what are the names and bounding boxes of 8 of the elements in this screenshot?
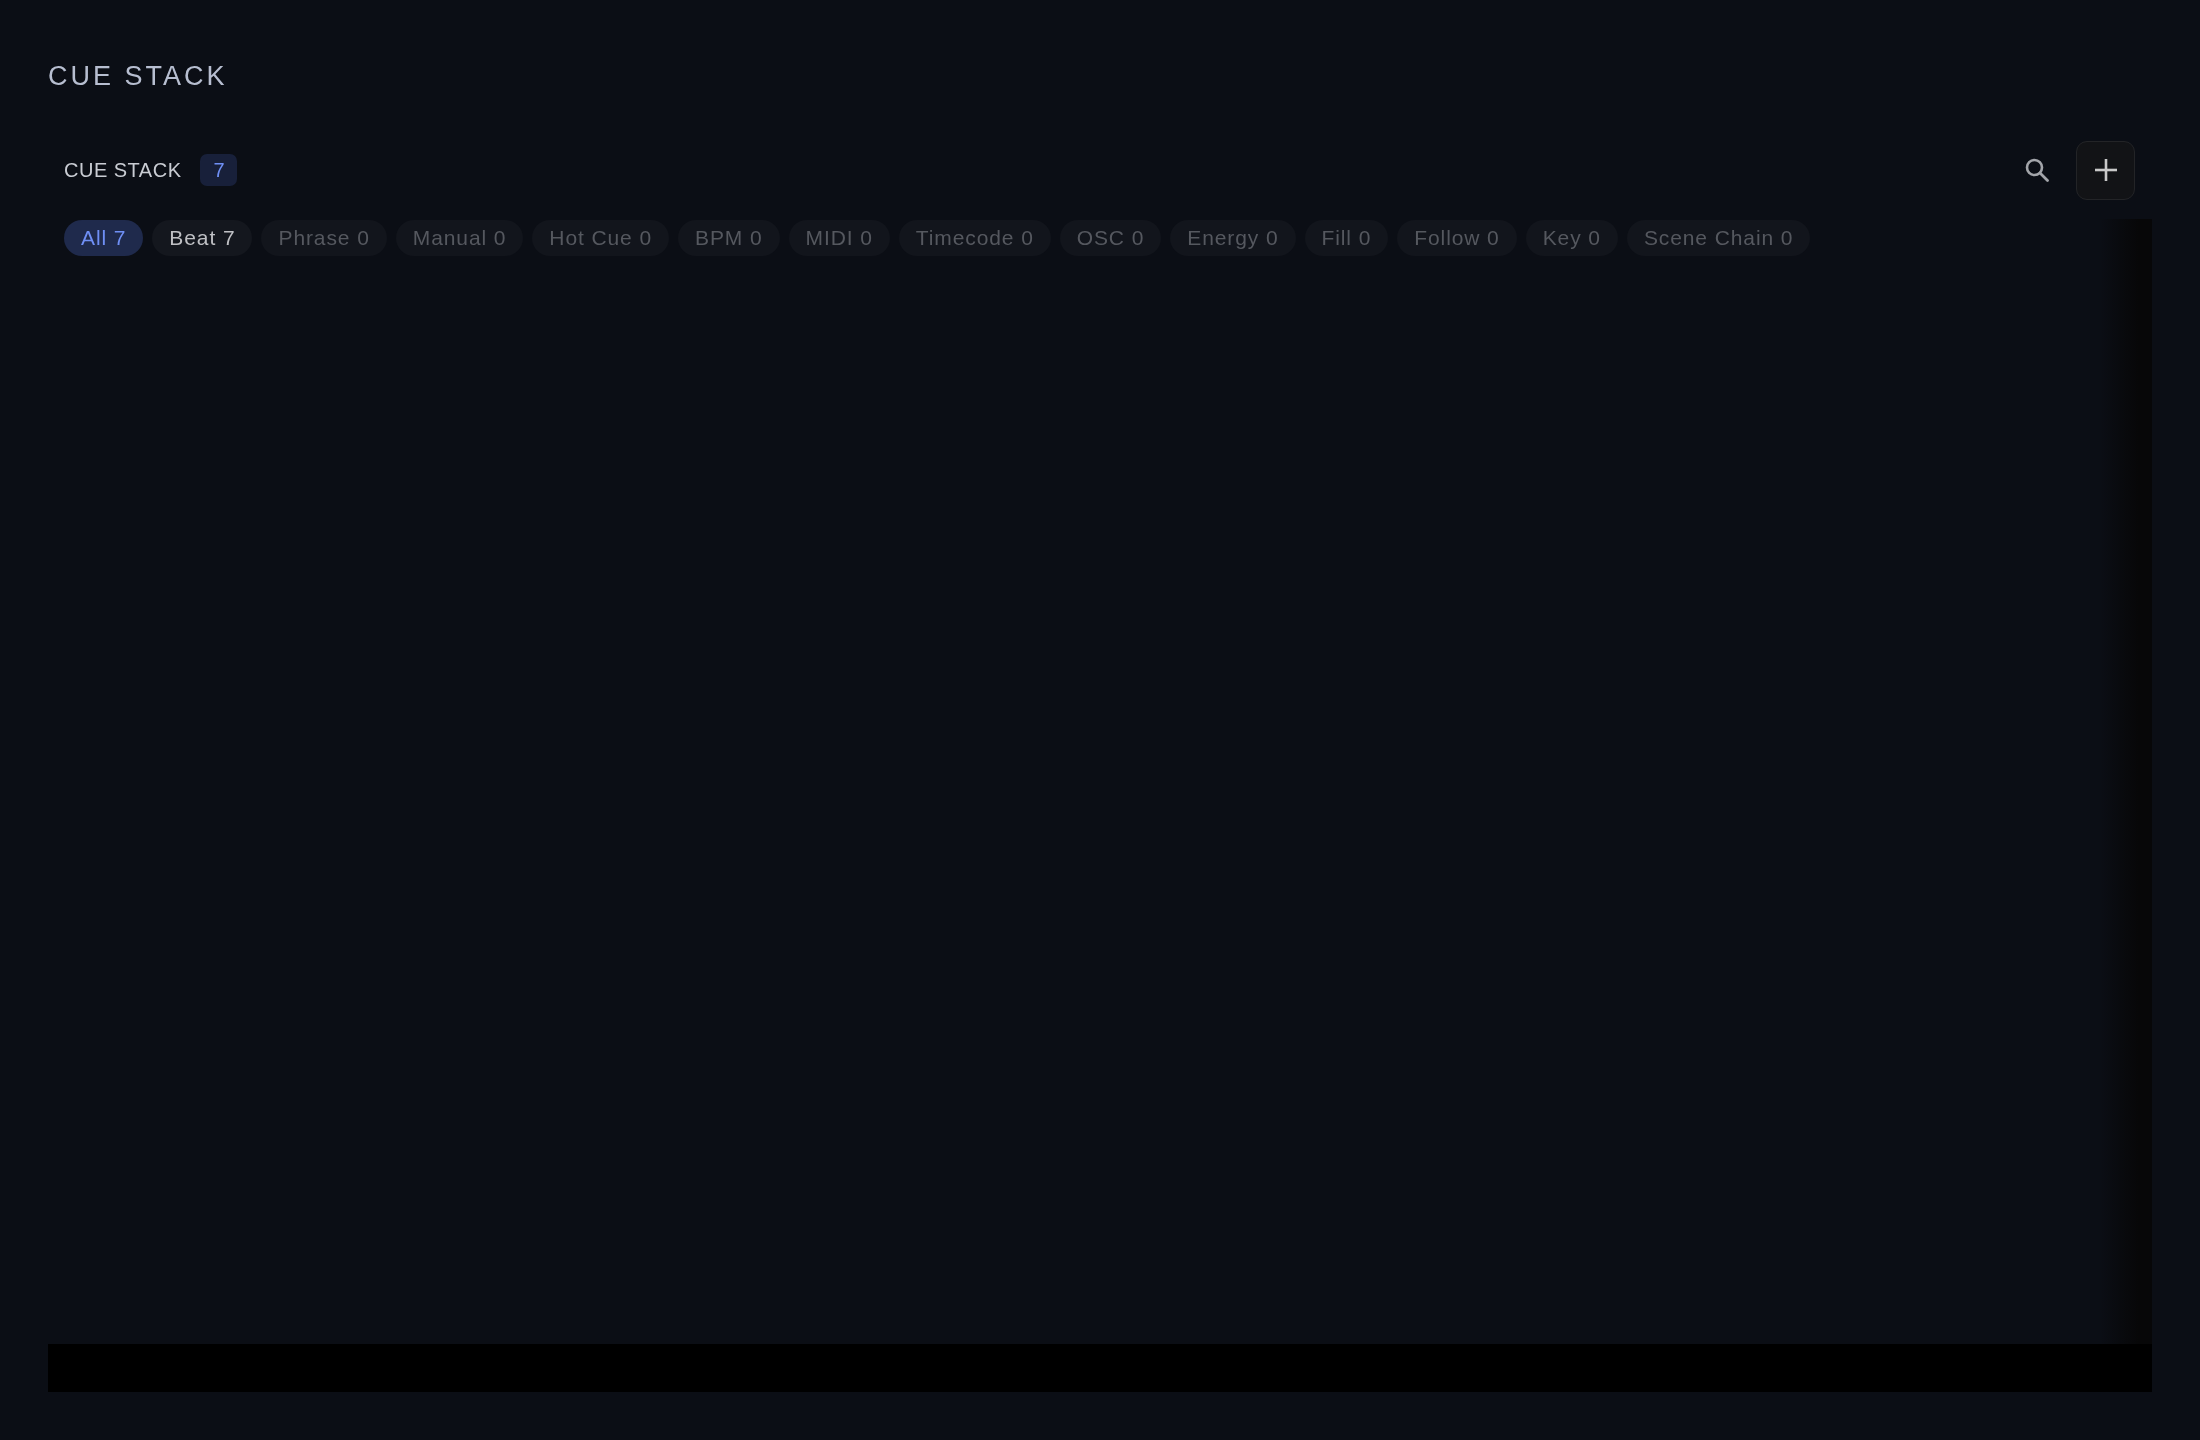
- page-title: CUE STACK: [48, 60, 228, 93]
- count-badge: 7: [200, 154, 238, 186]
- plus-icon: [2094, 159, 2117, 181]
- section-title: CUE STACK: [64, 158, 182, 182]
- search-icon: [2025, 158, 2049, 182]
- add-button[interactable]: [2076, 140, 2135, 200]
- filter-chip[interactable]: Beat 7: [152, 220, 253, 256]
- filter-chip[interactable]: All 7: [64, 220, 144, 256]
